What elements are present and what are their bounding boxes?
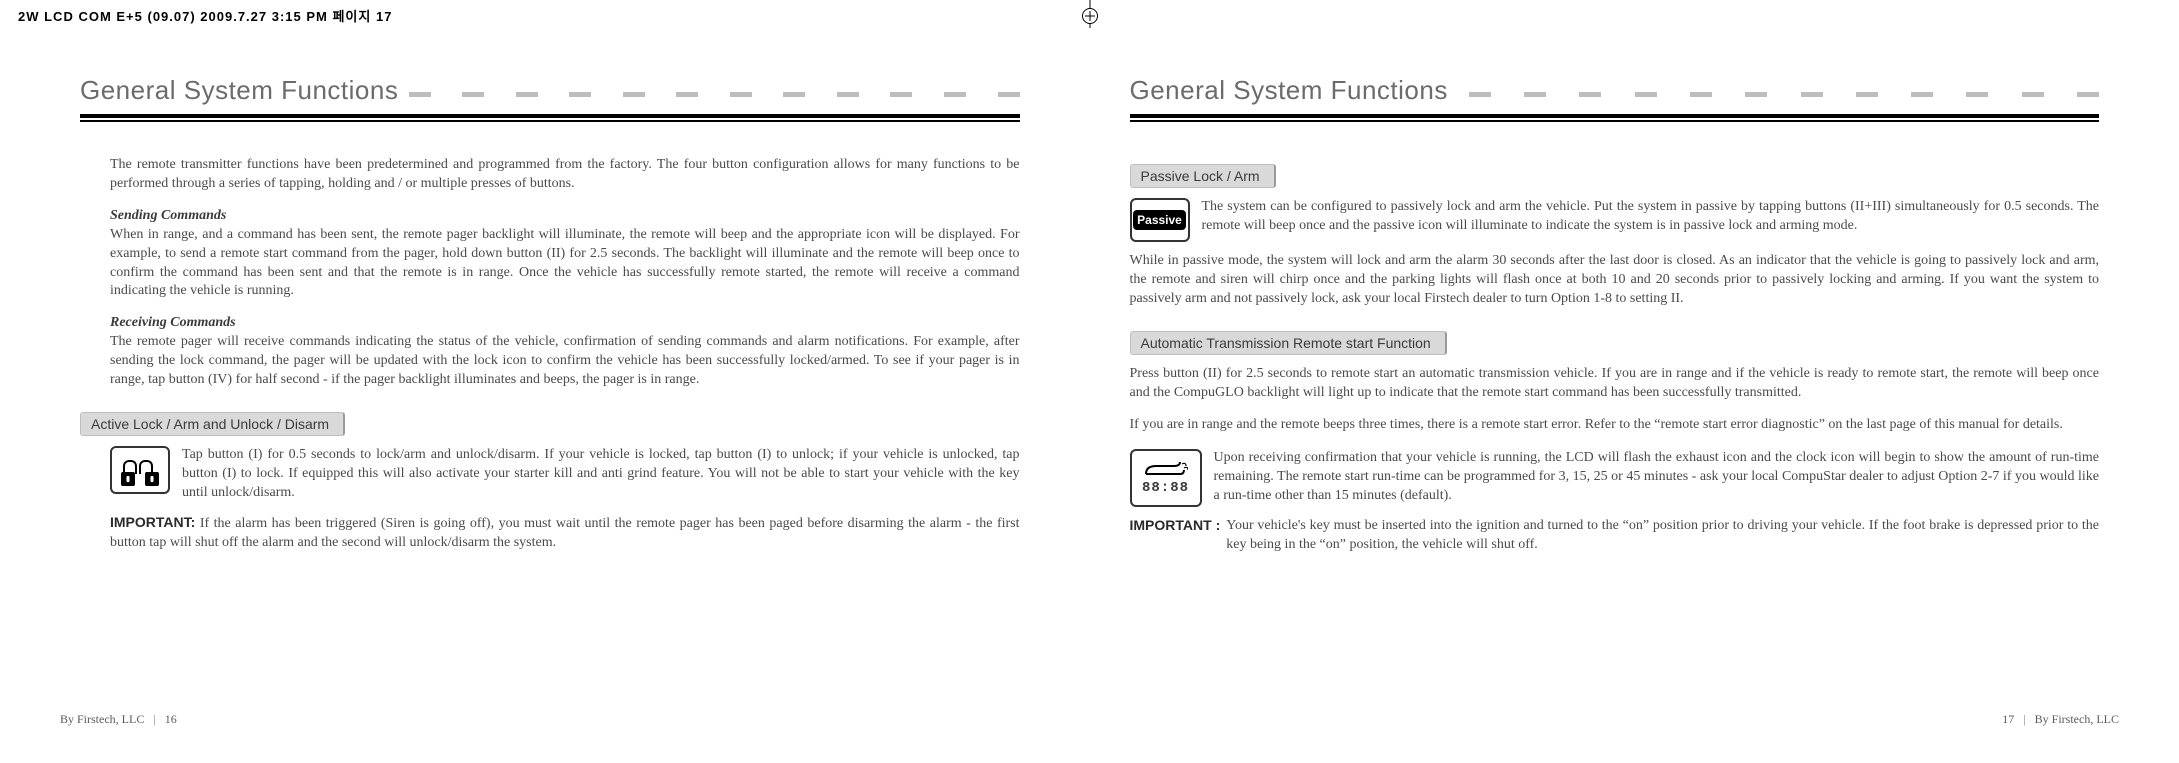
title-rule	[80, 110, 1020, 132]
important-note: IMPORTANT: If the alarm has been trigger…	[110, 513, 1020, 553]
passive-icon-label: Passive	[1133, 210, 1186, 230]
footer-page-number: 17	[2002, 712, 2014, 726]
page-footer-right: 17 | By Firstech, LLC	[2002, 712, 2119, 727]
important-body: Your vehicle's key must be inserted into…	[1226, 517, 2099, 555]
receiving-commands-heading: Receiving Commands	[110, 315, 1020, 331]
runtime-icon: 88:88	[1130, 449, 1202, 507]
exhaust-icon	[1144, 460, 1188, 478]
left-page: General System Functions The remote tran…	[30, 55, 1090, 733]
footer-company: By Firstech, LLC	[60, 712, 144, 726]
auto-confirm: Upon receiving confirmation that your ve…	[1214, 449, 2100, 506]
runtime-row: 88:88 Upon receiving confirmation that y…	[1130, 449, 2100, 507]
passive-icon: Passive	[1130, 198, 1190, 242]
sending-commands-body: When in range, and a command has been se…	[110, 226, 1020, 302]
important-label: IMPORTANT :	[1130, 517, 1221, 533]
important-label: IMPORTANT:	[110, 514, 195, 530]
active-lock-body: Tap button (I) for 0.5 seconds to lock/a…	[182, 446, 1020, 503]
registration-mark	[1082, 8, 1098, 24]
print-job-header: 2W LCD COM E+5 (09.07) 2009.7.27 3:15 PM…	[18, 6, 392, 25]
footer-company: By Firstech, LLC	[2035, 712, 2119, 726]
important-body: If the alarm has been triggered (Siren i…	[110, 516, 1020, 550]
passive-body: While in passive mode, the system will l…	[1130, 252, 2100, 309]
footer-page-number: 16	[165, 712, 177, 726]
page-footer-left: By Firstech, LLC | 16	[60, 712, 177, 727]
intro-text: The remote transmitter functions have be…	[110, 156, 1020, 194]
clock-readout: 88:88	[1142, 480, 1189, 496]
title-rule	[1130, 110, 2100, 132]
receiving-commands-body: The remote pager will receive commands i…	[110, 333, 1020, 390]
auto-p2: If you are in range and the remote beeps…	[1130, 416, 2100, 435]
right-page: General System Functions Passive Lock / …	[1090, 55, 2150, 733]
passive-row: Passive The system can be configured to …	[1130, 198, 2100, 242]
passive-lock-pill: Passive Lock / Arm	[1130, 164, 1276, 188]
page-title: General System Functions	[1130, 75, 2100, 106]
important-row: IMPORTANT : Your vehicle's key must be i…	[1130, 517, 2100, 555]
active-lock-pill: Active Lock / Arm and Unlock / Disarm	[80, 412, 345, 436]
page-spread: General System Functions The remote tran…	[30, 55, 2149, 733]
auto-trans-pill: Automatic Transmission Remote start Func…	[1130, 331, 1447, 355]
auto-p1: Press button (II) for 2.5 seconds to rem…	[1130, 365, 2100, 403]
active-lock-row: Tap button (I) for 0.5 seconds to lock/a…	[110, 446, 1020, 503]
passive-intro: The system can be configured to passivel…	[1202, 198, 2100, 236]
sending-commands-heading: Sending Commands	[110, 208, 1020, 224]
page-title: General System Functions	[80, 75, 1020, 106]
lock-unlock-icon	[110, 446, 170, 494]
